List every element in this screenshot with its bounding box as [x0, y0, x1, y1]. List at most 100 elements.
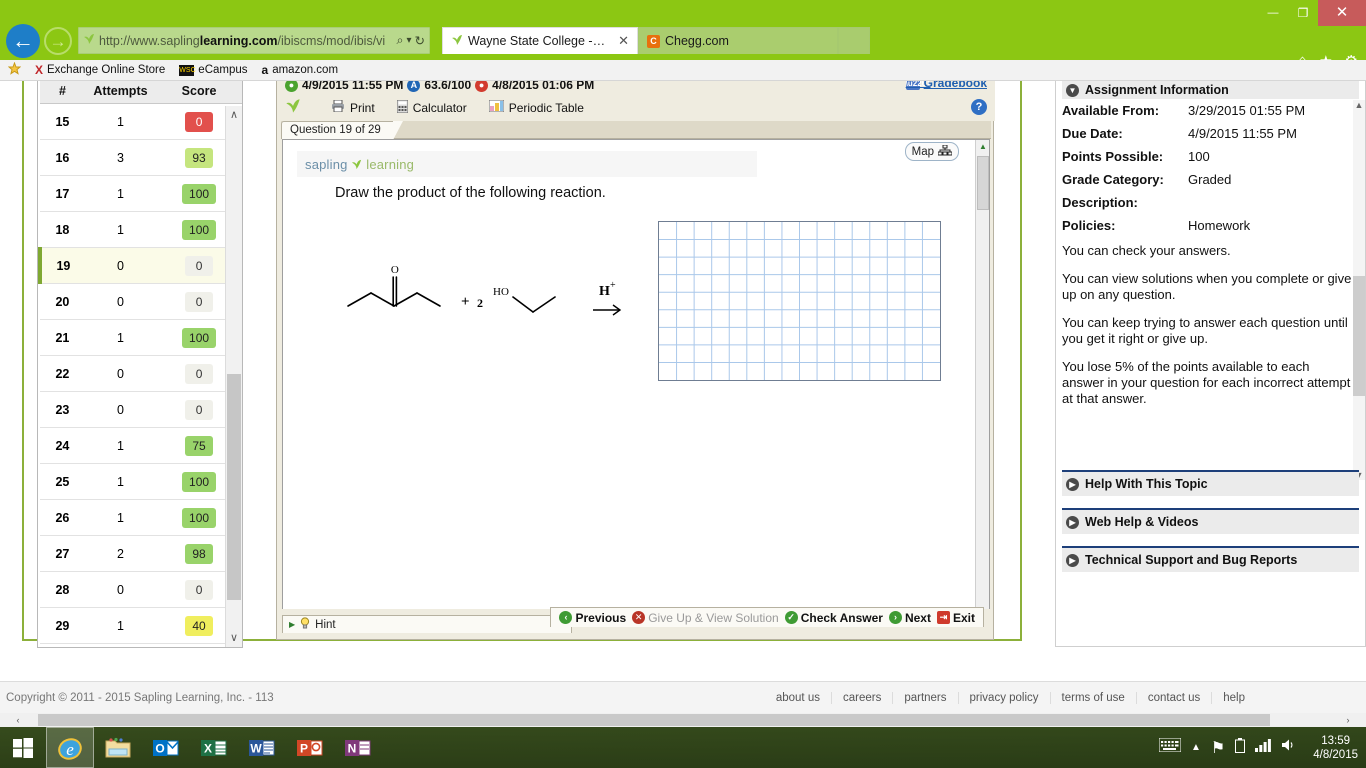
footer-link-about-us[interactable]: about us: [765, 692, 831, 704]
network-flag-icon[interactable]: ⚑: [1211, 738, 1225, 758]
tab-close-icon[interactable]: ✕: [618, 33, 629, 49]
answer-drawing-canvas[interactable]: [658, 221, 941, 381]
expand-triangle-icon[interactable]: ▶: [1066, 553, 1079, 567]
taskbar-internet-explorer[interactable]: e: [46, 727, 94, 768]
question-action-bar: ‹ Previous ✕ Give Up & View Solution ✓ C…: [550, 607, 984, 627]
keyboard-icon[interactable]: [1158, 737, 1182, 757]
clock-date: 4/8/2015: [1313, 748, 1358, 761]
favorite-ecampus[interactable]: WSC eCampus: [179, 64, 248, 76]
clock[interactable]: 13:59 4/8/2015: [1307, 734, 1358, 762]
exchange-icon: X: [35, 63, 44, 77]
table-row[interactable]: 25 1 100: [40, 463, 242, 500]
scroll-up-icon[interactable]: ∧: [226, 106, 242, 124]
taskbar-excel[interactable]: X: [190, 727, 238, 768]
table-row[interactable]: 21 1 100: [40, 319, 242, 356]
hint-button[interactable]: ▶ Hint: [282, 615, 572, 633]
favorite-exchange-online-store[interactable]: X Exchange Online Store: [35, 63, 165, 77]
start-button[interactable]: [0, 727, 46, 768]
exit-button[interactable]: ⇥ Exit: [936, 611, 975, 625]
accordion-help-with-this-topic[interactable]: ▶ Help With This Topic: [1062, 470, 1359, 496]
frame-scroll-up-icon[interactable]: ▲: [976, 140, 990, 154]
periodic-table-button[interactable]: Periodic Table: [488, 99, 584, 115]
back-button[interactable]: ←: [6, 24, 40, 58]
accordion-web-help-and-videos[interactable]: ▶ Web Help & Videos: [1062, 508, 1359, 534]
table-row[interactable]: 26 1 100: [40, 499, 242, 536]
signal-strength-icon[interactable]: [1255, 738, 1272, 757]
map-button[interactable]: Map: [904, 142, 959, 161]
table-row[interactable]: 20 0 0: [40, 283, 242, 320]
frame-scrollbar-thumb[interactable]: [977, 156, 989, 210]
score-table-scrollbar[interactable]: ∧ ∨: [225, 106, 242, 647]
table-row[interactable]: 28 0 0: [40, 571, 242, 608]
gradebook-link[interactable]: \u2261 Gradebook: [905, 81, 987, 90]
scroll-down-icon[interactable]: ∨: [226, 629, 242, 647]
stoichiometric-coefficient: 2: [477, 296, 483, 310]
tab-question-19-of-29[interactable]: Question 19 of 29: [281, 121, 403, 140]
question-panel: ● 4/9/2015 11:55 PM A 63.6/100 ● 4/8/201…: [276, 81, 995, 640]
scrollbar-thumb[interactable]: [227, 374, 241, 600]
give-up-view-solution-button[interactable]: ✕ Give Up & View Solution: [632, 611, 779, 625]
table-row[interactable]: 17 1 100: [40, 175, 242, 212]
print-button[interactable]: Print: [331, 99, 375, 115]
volume-icon[interactable]: [1281, 738, 1297, 757]
search-icon[interactable]: ⌕: [396, 33, 403, 48]
expand-triangle-icon[interactable]: ▶: [1066, 477, 1079, 491]
collapse-triangle-icon[interactable]: ▼: [1066, 83, 1079, 97]
table-row[interactable]: 29 1 40: [40, 607, 242, 644]
svg-text:e: e: [66, 740, 74, 759]
footer-link-contact-us[interactable]: contact us: [1135, 691, 1211, 704]
help-icon[interactable]: ?: [971, 99, 987, 115]
cell-question-number: 20: [40, 283, 85, 320]
chevron-down-icon[interactable]: ▾: [406, 35, 411, 46]
expand-triangle-icon[interactable]: ▶: [1066, 515, 1079, 529]
table-row[interactable]: 15 1 0: [40, 103, 242, 140]
footer-link-privacy-policy[interactable]: privacy policy: [957, 691, 1050, 704]
refresh-icon[interactable]: ↻: [415, 33, 425, 48]
sidebar-scrollbar-thumb[interactable]: [1353, 276, 1365, 396]
footer-link-help[interactable]: help: [1211, 691, 1256, 704]
check-answer-button[interactable]: ✓ Check Answer: [784, 611, 883, 625]
favorite-amazon[interactable]: a amazon.com: [262, 63, 339, 77]
taskbar-powerpoint[interactable]: P: [286, 727, 334, 768]
previous-button[interactable]: ‹ Previous: [559, 611, 626, 625]
sidebar-scroll-up-icon[interactable]: ▲: [1353, 100, 1365, 110]
question-frame-scrollbar[interactable]: ▲ ▼: [975, 140, 989, 626]
taskbar-word[interactable]: W: [238, 727, 286, 768]
next-button[interactable]: › Next: [888, 611, 931, 625]
scroll-right-icon[interactable]: ›: [1340, 713, 1356, 727]
sapling-branding-header: sapling learning: [297, 151, 757, 177]
forward-button[interactable]: →: [44, 27, 72, 55]
show-hidden-icons-icon[interactable]: ▲: [1191, 742, 1201, 753]
powerpoint-icon: P: [297, 739, 323, 756]
sidebar-scrollbar[interactable]: ▲ ▼: [1353, 100, 1365, 480]
tab-chegg[interactable]: C Chegg.com: [638, 27, 838, 54]
cell-attempts: 0: [84, 355, 157, 392]
table-row[interactable]: 16 3 93: [40, 139, 242, 176]
add-favorite-icon[interactable]: [7, 61, 22, 78]
cell-question-number: 25: [40, 463, 85, 500]
table-row[interactable]: 19 0 0: [38, 247, 242, 284]
taskbar-outlook[interactable]: O: [142, 727, 190, 768]
new-tab-button[interactable]: [838, 27, 870, 54]
address-bar[interactable]: http://www.sapling learning.com/ibiscms/m…: [78, 27, 430, 54]
footer-link-partners[interactable]: partners: [892, 691, 957, 704]
footer-link-careers[interactable]: careers: [830, 691, 892, 704]
horizontal-scrollbar-thumb[interactable]: [38, 714, 1270, 726]
table-row[interactable]: 22 0 0: [40, 355, 242, 392]
table-row[interactable]: 24 1 75: [40, 427, 242, 464]
table-row[interactable]: 27 2 98: [40, 535, 242, 572]
battery-icon[interactable]: [1235, 737, 1246, 758]
tab-wayne-state[interactable]: Wayne State College - CH 3... ✕: [442, 27, 638, 54]
calculator-icon: [396, 99, 409, 116]
table-row[interactable]: 18 1 100: [40, 211, 242, 248]
accordion-technical-support[interactable]: ▶ Technical Support and Bug Reports: [1062, 546, 1359, 572]
calculator-button[interactable]: Calculator: [396, 99, 467, 116]
taskbar-file-explorer[interactable]: [94, 727, 142, 768]
assignment-information-header[interactable]: ▼ Assignment Information: [1062, 81, 1359, 99]
cell-attempts: 1: [84, 607, 157, 644]
taskbar-onenote[interactable]: N: [334, 727, 382, 768]
table-row[interactable]: 23 0 0: [40, 391, 242, 428]
scroll-left-icon[interactable]: ‹: [10, 713, 26, 727]
footer-link-terms-of-use[interactable]: terms of use: [1049, 691, 1136, 704]
page-horizontal-scrollbar[interactable]: ‹ ›: [0, 713, 1366, 727]
